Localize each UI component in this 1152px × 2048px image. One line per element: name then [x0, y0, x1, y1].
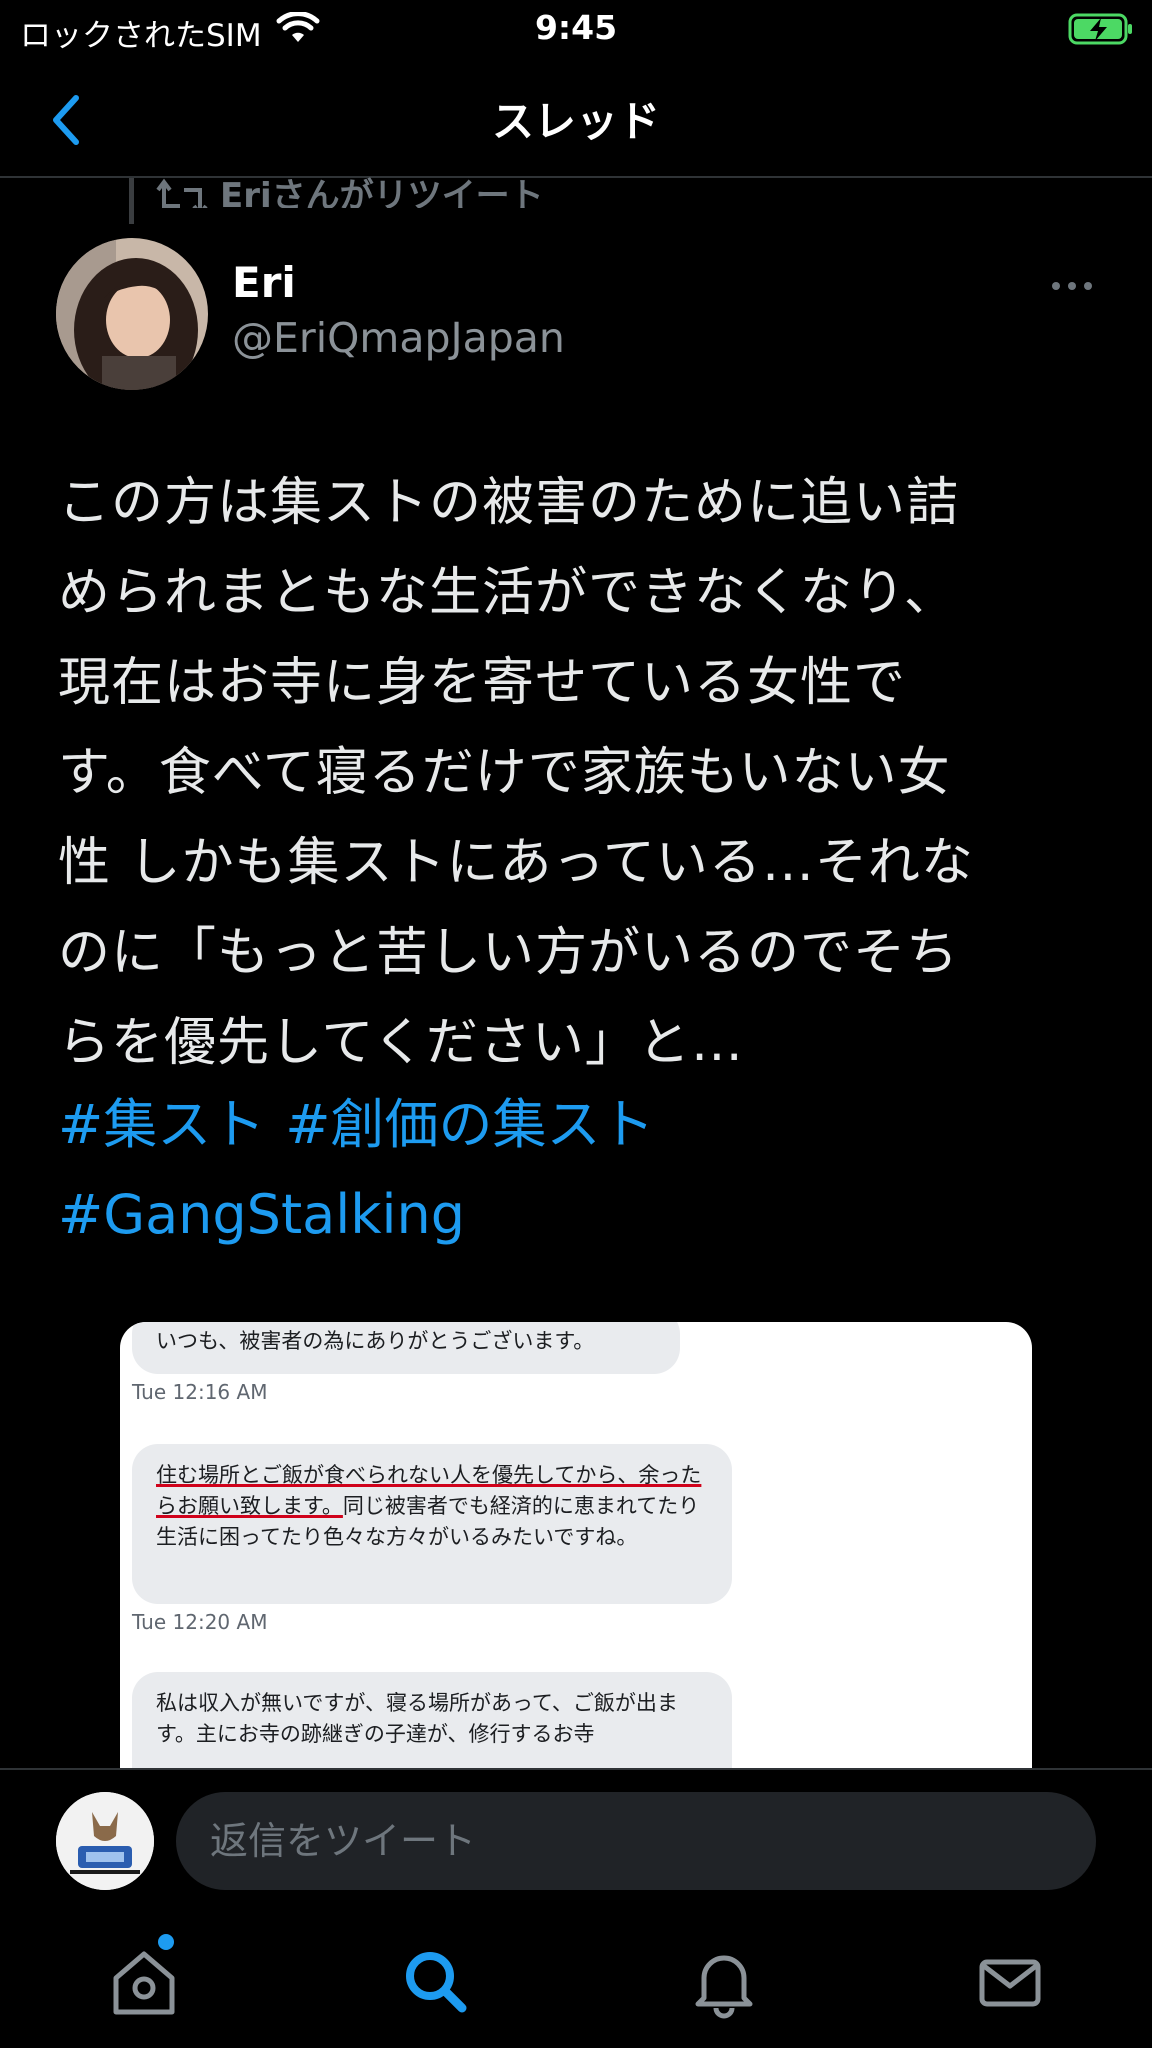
- clock: 9:45: [534, 8, 618, 47]
- tab-bar: [0, 1920, 1152, 2048]
- tweet-text-line: す。食べて寝るだけで家族もいない女: [58, 743, 951, 803]
- chat-bubble: 私は収入が無いですが、寝る場所があって、ご飯が出ます。主にお寺の跡継ぎの子達が、…: [132, 1672, 732, 1770]
- hashtag-link[interactable]: #集スト: [58, 1093, 265, 1156]
- retweet-label: Eriさんがリツイート: [220, 176, 544, 208]
- hashtag-list: #集スト #創価の集スト #GangStalking: [58, 1080, 1098, 1260]
- page-title: スレッド: [491, 97, 660, 146]
- tweet-text-line: のに「もっと苦しい方がいるのでそち: [58, 923, 960, 983]
- more-options-button[interactable]: [1050, 268, 1094, 304]
- tweet-text-line: められまともな生活ができなくなり、: [58, 563, 957, 623]
- author-handle[interactable]: @EriQmapJapan: [232, 314, 565, 362]
- bell-icon: [695, 1955, 753, 2019]
- tab-messages[interactable]: [970, 1942, 1050, 2022]
- tab-search[interactable]: [396, 1942, 476, 2022]
- chat-timestamp: Tue 12:20 AM: [132, 1610, 268, 1634]
- chat-message-text: いつも、被害者の為にありがとうございます。: [156, 1329, 595, 1353]
- thread-line: [129, 178, 134, 224]
- chat-timestamp: Tue 12:16 AM: [132, 1380, 268, 1404]
- user-avatar[interactable]: [56, 1792, 154, 1890]
- chat-message-text: 私は収入が無いですが、寝る場所があって、ご飯が出ます。主にお寺の跡継ぎの子達が、…: [156, 1691, 678, 1746]
- notification-dot: [158, 1934, 174, 1950]
- tab-notifications[interactable]: [684, 1942, 764, 2022]
- hashtag-link[interactable]: #創価の集スト: [285, 1093, 654, 1156]
- chat-bubble: いつも、被害者の為にありがとうございます。: [132, 1322, 680, 1374]
- battery-charging-icon: [1068, 12, 1134, 50]
- ellipsis-icon: [1052, 282, 1092, 290]
- mail-icon: [979, 1959, 1041, 2007]
- reply-placeholder: 返信をツイート: [210, 1819, 477, 1863]
- tab-home[interactable]: [104, 1942, 184, 2022]
- navigation-bar: スレッド: [0, 60, 1152, 178]
- tweet-text-line: この方は集ストの被害のために追い詰: [58, 473, 960, 533]
- chat-bubble: 住む場所とご飯が食べられない人を優先してから、余ったらお願い致します。同じ被害者…: [132, 1444, 732, 1604]
- author-avatar[interactable]: [56, 238, 208, 390]
- search-icon: [406, 1952, 467, 2013]
- hashtag-link[interactable]: #GangStalking: [58, 1183, 465, 1246]
- tweet-text-line: 性 しかも集ストにあっている…それな: [58, 833, 974, 893]
- status-bar: ロックされたSIM 9:45: [0, 0, 1152, 60]
- reply-input[interactable]: 返信をツイート: [176, 1792, 1096, 1890]
- tweet-text-line: 現在はお寺に身を寄せている女性で: [58, 653, 907, 713]
- tweet-text-line: らを優先してください」と…: [58, 1013, 744, 1073]
- tweet-image[interactable]: いつも、被害者の為にありがとうございます。 Tue 12:16 AM 住む場所と…: [120, 1322, 1032, 1770]
- retweet-icon: [156, 178, 208, 208]
- author-display-name[interactable]: Eri: [232, 258, 296, 307]
- home-icon: [113, 1951, 175, 2015]
- retweet-indicator: Eriさんがリツイート: [156, 168, 544, 208]
- tweet-text: この方は集ストの被害のために追い詰 められまともな生活ができなくなり、 現在はお…: [58, 458, 1098, 1088]
- reply-bar: 返信をツイート: [0, 1768, 1152, 1922]
